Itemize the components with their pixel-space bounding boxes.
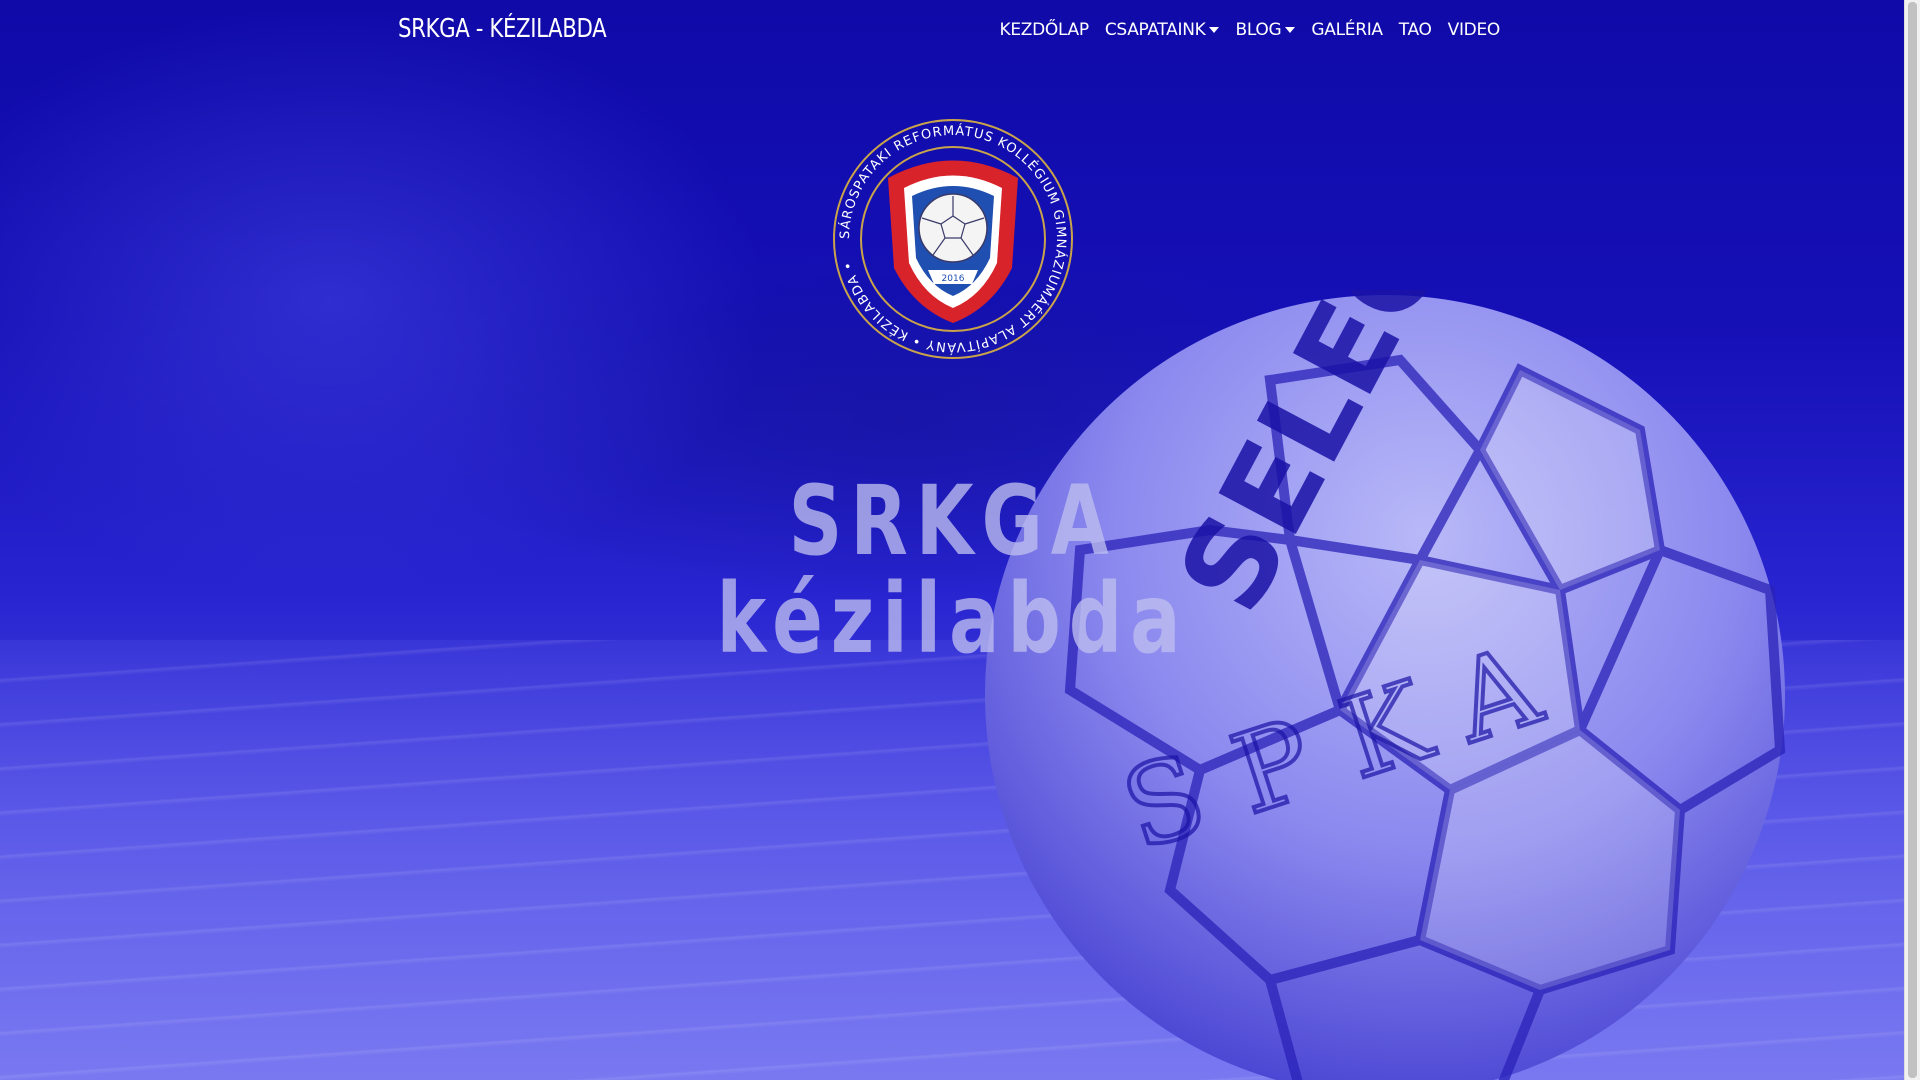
vertical-scrollbar[interactable] [1904, 0, 1920, 1080]
emblem-year: 2016 [942, 274, 965, 284]
handball-image: SELECT SPKA [985, 290, 1786, 1080]
nav-item-blog[interactable]: BLOG [1235, 20, 1296, 40]
top-navbar: SRKGA - KÉZILABDA KEZDŐLAP CSAPATAINK BL… [0, 0, 1905, 66]
nav-item-galeria[interactable]: GALÉRIA [1311, 20, 1383, 40]
nav-item-label: KEZDŐLAP [999, 20, 1089, 40]
site-brand-link[interactable]: SRKGA - KÉZILABDA [398, 14, 607, 44]
nav-item-kezdolap[interactable]: KEZDŐLAP [999, 20, 1089, 40]
nav-item-label: GALÉRIA [1311, 20, 1383, 40]
hero-title-line2: kézilabda [716, 563, 1189, 675]
main-nav: KEZDŐLAP CSAPATAINK BLOG GALÉRIA TAO VID… [999, 20, 1500, 40]
hero-title: SRKGA kézilabda [0, 472, 1905, 668]
nav-item-label: BLOG [1235, 20, 1282, 40]
caret-down-icon [1209, 27, 1220, 33]
caret-down-icon [1285, 27, 1296, 33]
nav-item-label: VIDEO [1447, 20, 1501, 40]
nav-item-video[interactable]: VIDEO [1447, 20, 1501, 40]
hero-background: SELECT SPKA SÁROSPATAKI REFORMÁTUS KOLLÉ… [0, 0, 1905, 1080]
nav-item-tao[interactable]: TAO [1399, 20, 1432, 40]
page: SELECT SPKA SÁROSPATAKI REFORMÁTUS KOLLÉ… [0, 0, 1920, 1080]
nav-item-label: TAO [1398, 20, 1432, 40]
nav-item-label: CSAPATAINK [1104, 20, 1206, 40]
scrollbar-thumb[interactable] [1908, 2, 1917, 1078]
club-emblem-logo: SÁROSPATAKI REFORMÁTUS KOLLÉGIUM GIMNÁZI… [833, 119, 1073, 359]
hero-title-line1: SRKGA [788, 465, 1117, 577]
nav-item-csapataink[interactable]: CSAPATAINK [1105, 20, 1220, 40]
